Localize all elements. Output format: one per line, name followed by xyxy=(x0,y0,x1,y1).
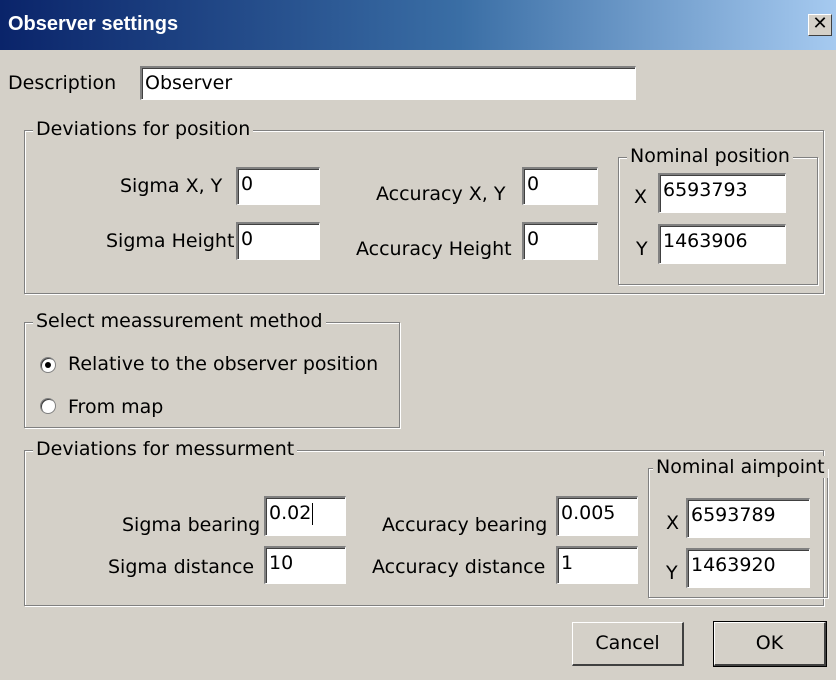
radio-from-map-label[interactable]: From map xyxy=(68,396,163,418)
close-icon: ✕ xyxy=(812,13,828,34)
ok-button[interactable]: OK xyxy=(713,621,827,667)
measurement-deviations-legend: Deviations for messurment xyxy=(33,438,298,460)
measurement-method-legend: Select meassurement method xyxy=(33,310,326,332)
accuracy-distance-label: Accuracy distance xyxy=(372,556,546,578)
window-title: Observer settings xyxy=(8,13,179,35)
position-deviations-legend: Deviations for position xyxy=(33,118,254,140)
nominal-aimpoint-y-label: Y xyxy=(666,562,678,584)
sigma-xy-label: Sigma X, Y xyxy=(120,175,223,197)
radio-from-map-button[interactable] xyxy=(40,398,56,414)
accuracy-height-label: Accuracy Height xyxy=(356,238,512,260)
nominal-aimpoint-x-input[interactable]: 6593789 xyxy=(686,498,810,538)
observer-settings-dialog: Observer settings ✕ Description Observer… xyxy=(0,0,836,680)
nominal-position-legend: Nominal position xyxy=(627,145,793,167)
nominal-position-y-input[interactable]: 1463906 xyxy=(658,224,786,264)
radio-selected-dot xyxy=(45,362,51,368)
cancel-button[interactable]: Cancel xyxy=(572,622,684,666)
accuracy-distance-input[interactable]: 1 xyxy=(556,546,638,584)
sigma-xy-input[interactable]: 0 xyxy=(236,167,320,205)
sigma-height-input[interactable]: 0 xyxy=(236,222,320,260)
sigma-bearing-value: 0.02 xyxy=(269,502,312,524)
sigma-distance-label: Sigma distance xyxy=(108,556,255,578)
radio-relative-button[interactable] xyxy=(40,357,56,373)
nominal-aimpoint-x-label: X xyxy=(666,512,680,534)
accuracy-bearing-input[interactable]: 0.005 xyxy=(556,496,638,536)
description-input[interactable]: Observer xyxy=(140,66,636,100)
accuracy-height-input[interactable]: 0 xyxy=(522,222,598,260)
nominal-position-x-input[interactable]: 6593793 xyxy=(658,173,786,213)
accuracy-xy-label: Accuracy X, Y xyxy=(376,183,506,205)
sigma-bearing-label: Sigma bearing xyxy=(122,514,261,536)
text-cursor xyxy=(312,502,314,525)
sigma-distance-input[interactable]: 10 xyxy=(264,546,346,584)
description-label: Description xyxy=(8,72,117,94)
accuracy-xy-input[interactable]: 0 xyxy=(522,167,598,205)
sigma-height-label: Sigma Height xyxy=(106,230,235,252)
nominal-aimpoint-legend: Nominal aimpoint xyxy=(653,456,828,478)
nominal-position-y-label: Y xyxy=(636,238,648,260)
title-bar[interactable]: Observer settings ✕ xyxy=(0,0,836,50)
nominal-position-x-label: X xyxy=(634,186,648,208)
nominal-aimpoint-y-input[interactable]: 1463920 xyxy=(686,548,810,588)
sigma-bearing-input[interactable]: 0.02 xyxy=(264,496,346,536)
radio-relative-label[interactable]: Relative to the observer position xyxy=(68,353,378,375)
close-button[interactable]: ✕ xyxy=(808,14,832,36)
accuracy-bearing-label: Accuracy bearing xyxy=(382,514,548,536)
